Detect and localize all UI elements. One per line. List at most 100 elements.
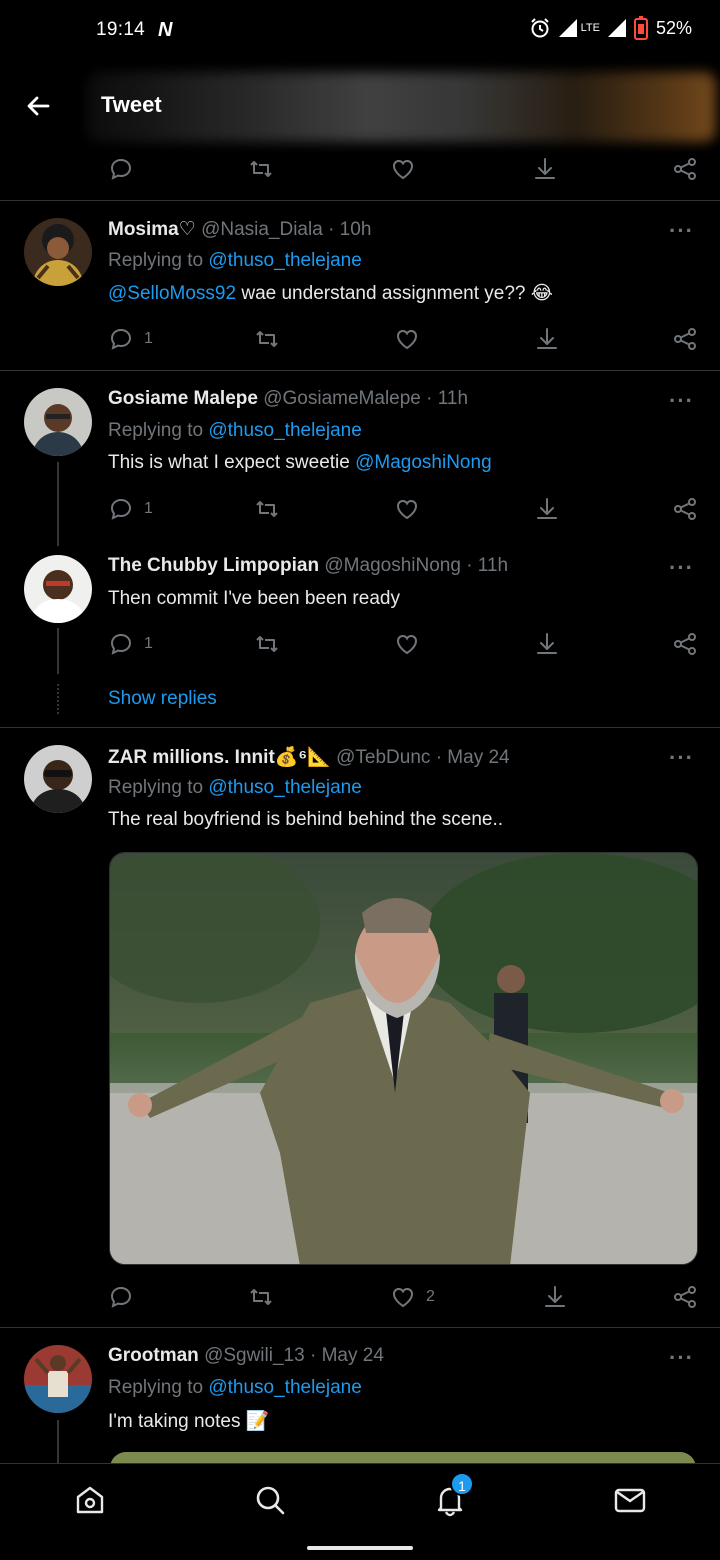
display-name[interactable]: Gosiame Malepe (108, 388, 258, 409)
handle[interactable]: @GosiameMalepe (263, 388, 421, 409)
divider (0, 370, 720, 371)
heart-icon (396, 634, 418, 655)
reply-button[interactable]: 1 (108, 322, 153, 356)
like-button[interactable] (394, 322, 420, 356)
replying-to-link[interactable]: @thuso_thelejane (208, 1377, 361, 1398)
thread-line (57, 462, 59, 546)
network-type: LTE (580, 21, 600, 34)
divider (0, 200, 720, 201)
handle[interactable]: @TebDunc (336, 747, 430, 768)
reply-button[interactable]: 1 (108, 627, 153, 661)
download-icon (537, 633, 557, 654)
replying-to-link[interactable]: @thuso_thelejane (208, 777, 361, 798)
share-icon (674, 158, 696, 180)
more-options-icon[interactable]: ··· (669, 1345, 694, 1371)
timestamp: · 11h (426, 388, 469, 409)
share-button[interactable] (672, 492, 698, 526)
reply-button[interactable] (108, 1280, 134, 1314)
thread-line (57, 1420, 59, 1464)
nav-search[interactable] (252, 1482, 288, 1518)
replying-to-link[interactable]: @thuso_thelejane (208, 420, 361, 441)
display-name[interactable]: The Chubby Limpopian (108, 555, 319, 576)
retweet-button[interactable] (254, 322, 280, 356)
thread-dots (57, 684, 59, 714)
share-icon (674, 1286, 696, 1308)
download-button[interactable] (542, 1280, 568, 1314)
avatar[interactable] (24, 745, 92, 813)
reply-icon (110, 633, 132, 655)
mention-link[interactable]: @SelloMoss92 (108, 283, 236, 304)
back-arrow-icon[interactable] (22, 90, 54, 122)
signal-icon (558, 19, 577, 37)
gesture-bar[interactable] (307, 1546, 413, 1550)
mention-link[interactable]: @MagoshiNong (355, 452, 492, 473)
tweet-text: I'm taking notes 📝 (108, 1411, 270, 1432)
heart-icon (392, 159, 414, 180)
retweet-button[interactable] (248, 152, 274, 186)
tweet-text: This is what I expect sweetie @MagoshiNo… (108, 452, 492, 473)
timestamp: · May 24 (309, 1345, 384, 1366)
retweet-icon (256, 501, 278, 517)
retweet-button[interactable] (254, 627, 280, 661)
reply-button[interactable] (108, 152, 134, 186)
status-bar: 19:14 N LTE 52% (0, 0, 720, 60)
share-button[interactable] (672, 322, 698, 356)
handle[interactable]: @Sgwili_13 (204, 1345, 305, 1366)
notification-badge: 1 (450, 1472, 474, 1496)
reply-icon (110, 498, 132, 520)
retweet-button[interactable] (248, 1280, 274, 1314)
more-options-icon[interactable]: ··· (669, 555, 694, 581)
search-icon (256, 1486, 285, 1515)
nav-messages[interactable] (612, 1482, 648, 1518)
retweet-button[interactable] (254, 492, 280, 526)
avatar[interactable] (24, 555, 92, 623)
like-button[interactable]: 2 (390, 1280, 435, 1314)
tweet-actions: 2 (108, 1280, 708, 1314)
timestamp: · 10h (328, 219, 372, 240)
retweet-icon (250, 1289, 272, 1305)
display-name[interactable]: ZAR millions. Innit💰⁶📐 (108, 747, 331, 768)
share-button[interactable] (672, 152, 698, 186)
download-icon (545, 1286, 565, 1307)
reply-icon (110, 328, 132, 350)
handle[interactable]: @MagoshiNong (324, 555, 461, 576)
display-name[interactable]: Mosima♡ (108, 219, 196, 240)
download-icon (537, 498, 557, 519)
more-options-icon[interactable]: ··· (669, 388, 694, 414)
retweet-icon (250, 161, 272, 177)
timestamp: · 11h (466, 555, 509, 576)
tweet-text: @SelloMoss92 wae understand assignment y… (108, 283, 553, 304)
mail-icon (614, 1488, 646, 1513)
more-options-icon[interactable]: ··· (669, 745, 694, 771)
thread-line (57, 628, 59, 674)
like-count: 2 (426, 1288, 435, 1305)
reply-icon (110, 1286, 132, 1308)
tweet-text: The real boyfriend is behind behind the … (108, 809, 504, 830)
like-button[interactable] (394, 492, 420, 526)
avatar[interactable] (24, 218, 92, 286)
replying-to-link[interactable]: @thuso_thelejane (208, 250, 361, 271)
avatar[interactable] (24, 1345, 92, 1413)
show-replies-link[interactable]: Show replies (108, 688, 217, 710)
like-button[interactable] (394, 627, 420, 661)
download-button[interactable] (532, 152, 558, 186)
avatar[interactable] (24, 388, 92, 456)
tweet-photo[interactable] (109, 852, 698, 1265)
download-button[interactable] (534, 322, 560, 356)
share-button[interactable] (672, 1280, 698, 1314)
like-button[interactable] (390, 152, 416, 186)
tweet-actions: 1 (108, 627, 708, 661)
handle[interactable]: @Nasia_Diala (201, 219, 323, 240)
home-icon (76, 1486, 104, 1514)
download-button[interactable] (534, 492, 560, 526)
display-name[interactable]: Grootman (108, 1345, 199, 1366)
nav-home[interactable] (72, 1482, 108, 1518)
share-button[interactable] (672, 627, 698, 661)
more-options-icon[interactable]: ··· (669, 218, 694, 244)
tweet-actions (108, 152, 708, 186)
replying-to-label: Replying to (108, 250, 204, 271)
divider (0, 727, 720, 728)
share-icon (674, 498, 696, 520)
download-button[interactable] (534, 627, 560, 661)
reply-button[interactable]: 1 (108, 492, 153, 526)
